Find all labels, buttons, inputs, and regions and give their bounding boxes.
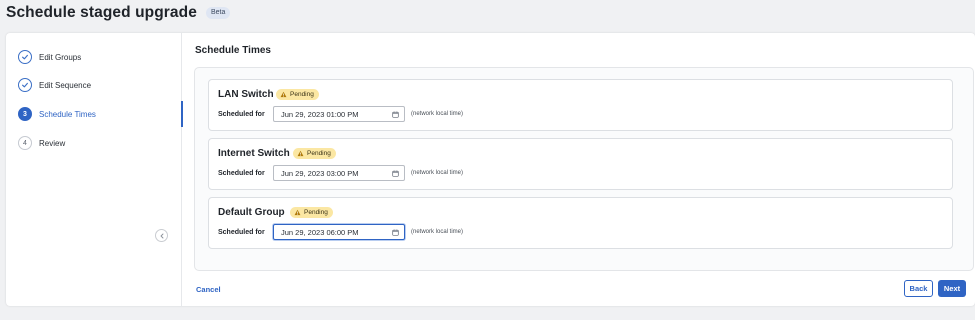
status-text: Pending bbox=[304, 209, 328, 216]
device-name: LAN Switch bbox=[218, 89, 274, 100]
step-label: Edit Sequence bbox=[39, 80, 92, 90]
step-label: Schedule Times bbox=[39, 109, 96, 119]
back-button[interactable]: Back bbox=[904, 280, 933, 297]
page-title: Schedule staged upgrade bbox=[6, 4, 197, 21]
page-header: Schedule staged upgrade Beta bbox=[6, 2, 231, 24]
chevron-left-icon bbox=[160, 233, 163, 238]
main-content: Schedule Times LAN Switch Pending Schedu… bbox=[183, 33, 975, 306]
step-label: Review bbox=[39, 138, 66, 148]
calendar-icon[interactable] bbox=[392, 170, 399, 177]
date-value: Jun 29, 2023 06:00 PM bbox=[281, 227, 359, 237]
warning-icon bbox=[294, 209, 301, 216]
next-button[interactable]: Next bbox=[938, 280, 966, 297]
device-card-default-group: Default Group Pending Scheduled for Jun … bbox=[208, 197, 953, 249]
status-text: Pending bbox=[307, 150, 331, 157]
calendar-icon[interactable] bbox=[392, 111, 399, 118]
step-edit-sequence[interactable]: Edit Sequence bbox=[6, 72, 182, 98]
collapse-sidebar-button[interactable] bbox=[155, 229, 168, 242]
step-review[interactable]: 4 Review bbox=[6, 130, 182, 156]
check-icon bbox=[18, 50, 32, 64]
schedule-date-input[interactable]: Jun 29, 2023 01:00 PM bbox=[273, 106, 405, 122]
device-card-internet-switch: Internet Switch Pending Scheduled for Ju… bbox=[208, 138, 953, 190]
timezone-note: (network local time) bbox=[411, 229, 464, 235]
warning-icon bbox=[297, 150, 304, 157]
timezone-note: (network local time) bbox=[411, 170, 464, 176]
steps-sidebar: Edit Groups Edit Sequence 3 Schedule Tim… bbox=[6, 33, 183, 306]
date-value: Jun 29, 2023 03:00 PM bbox=[281, 168, 359, 178]
timezone-note: (network local time) bbox=[411, 111, 464, 117]
wizard-card: Edit Groups Edit Sequence 3 Schedule Tim… bbox=[6, 33, 975, 306]
step-number: 4 bbox=[18, 136, 32, 150]
status-badge: Pending bbox=[276, 89, 319, 100]
scheduled-for-label: Scheduled for bbox=[218, 111, 265, 118]
check-icon bbox=[18, 78, 32, 92]
cancel-button[interactable]: Cancel bbox=[196, 285, 221, 294]
scheduled-for-label: Scheduled for bbox=[218, 229, 265, 236]
device-schedule-list: LAN Switch Pending Scheduled for Jun 29,… bbox=[194, 67, 974, 271]
status-badge: Pending bbox=[293, 148, 336, 159]
device-name: Default Group bbox=[218, 207, 285, 218]
schedule-date-input[interactable]: Jun 29, 2023 03:00 PM bbox=[273, 165, 405, 181]
step-label: Edit Groups bbox=[39, 52, 82, 62]
calendar-icon[interactable] bbox=[392, 229, 399, 236]
beta-badge: Beta bbox=[205, 7, 231, 19]
warning-icon bbox=[280, 91, 287, 98]
step-edit-groups[interactable]: Edit Groups bbox=[6, 44, 182, 70]
schedule-date-input[interactable]: Jun 29, 2023 06:00 PM bbox=[273, 224, 405, 240]
date-value: Jun 29, 2023 01:00 PM bbox=[281, 109, 359, 119]
device-card-lan-switch: LAN Switch Pending Scheduled for Jun 29,… bbox=[208, 79, 953, 131]
status-text: Pending bbox=[290, 91, 314, 98]
status-badge: Pending bbox=[290, 207, 333, 218]
device-name: Internet Switch bbox=[218, 148, 290, 159]
step-number: 3 bbox=[18, 107, 32, 121]
step-schedule-times[interactable]: 3 Schedule Times bbox=[6, 101, 183, 127]
scheduled-for-label: Scheduled for bbox=[218, 170, 265, 177]
section-title: Schedule Times bbox=[195, 45, 271, 56]
